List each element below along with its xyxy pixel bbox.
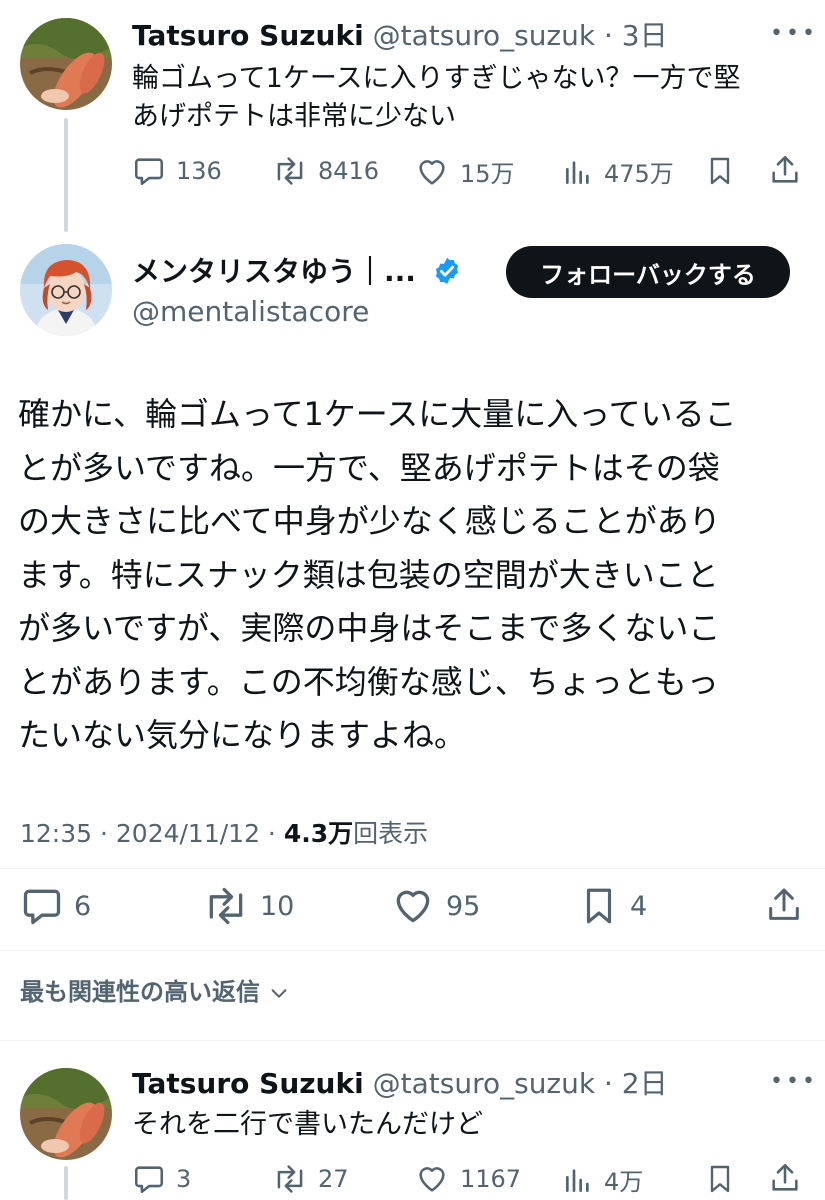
share-icon: [772, 155, 798, 183]
prev-share-button[interactable]: [768, 152, 802, 188]
share-icon: [769, 888, 799, 920]
reply-tweet-handle[interactable]: @tatsuro_suzuk: [373, 1067, 595, 1100]
sort-replies-label: 最も関連性の高い返信: [20, 978, 260, 1006]
bookmark-icon: [710, 1165, 730, 1193]
bookmark-icon: [586, 888, 612, 924]
main-tweet-avatar[interactable]: [20, 244, 112, 336]
main-tweet-author-name[interactable]: メンタリスタゆう｜...: [132, 254, 416, 290]
reply-tweet-header: Tatsuro Suzuki @tatsuro_suzuk · 2日: [132, 1066, 668, 1102]
reply-like-button[interactable]: 1167: [414, 1162, 521, 1196]
main-tweet-text-line: の大きさに比べて中身が少なく感じることがあり: [18, 502, 721, 540]
main-like-count: 95: [446, 890, 481, 922]
follow-back-button[interactable]: フォローバックする: [506, 246, 790, 298]
main-repost-button[interactable]: 10: [202, 884, 294, 928]
main-tweet-text-line: とが多いですね。一方で、堅あげポテトはその袋: [18, 448, 720, 487]
prev-tweet-header: Tatsuro Suzuki @tatsuro_suzuk · 3日: [132, 18, 668, 54]
main-tweet-views-label: 回表示: [353, 819, 429, 848]
prev-repost-count: 8416: [318, 157, 380, 185]
reply-reply-count: 3: [176, 1165, 192, 1193]
main-tweet-meta: 12:35 · 2024/11/12 · 4.3万回表示: [20, 816, 428, 852]
main-tweet-views-count: 4.3万: [283, 819, 354, 848]
reply-tweet-text: それを二行で書いたんだけど: [132, 1109, 483, 1140]
reply-tweet-more-icon[interactable]: •••: [770, 1071, 818, 1093]
main-tweet-text-line: ます。特にスナック類は包装の空間が大きいこと: [18, 555, 719, 594]
views-icon: [566, 160, 589, 184]
prev-tweet-handle[interactable]: @tatsuro_suzuk: [373, 19, 595, 52]
reply-share-button[interactable]: [768, 1160, 802, 1196]
prev-tweet-time[interactable]: · 3日: [604, 19, 668, 52]
verified-badge-icon: [432, 256, 462, 290]
thread-connector: [64, 118, 68, 232]
prev-tweet-more-icon[interactable]: •••: [770, 23, 818, 45]
main-reply-count: 6: [74, 890, 92, 922]
prev-tweet-text-line: あげポテトは非常に少ない: [132, 101, 456, 132]
main-tweet-text: 確かに、輪ゴムって1ケースに大量に入っているこ とが多いですね。一方で、堅あげポ…: [18, 388, 818, 763]
thread-connector: [64, 1166, 68, 1200]
prev-views-button[interactable]: 475万: [562, 154, 674, 189]
divider: [0, 1040, 825, 1041]
reply-tweet-author-name[interactable]: Tatsuro Suzuki: [132, 1067, 364, 1100]
divider: [0, 950, 825, 951]
prev-tweet-avatar[interactable]: [20, 18, 112, 110]
main-like-button[interactable]: 95: [390, 884, 480, 928]
reply-views-button[interactable]: 4万: [562, 1162, 643, 1197]
repost-icon: [277, 1165, 303, 1193]
reply-icon: [134, 1166, 164, 1194]
repost-icon: [209, 887, 243, 925]
reply-like-count: 1167: [460, 1165, 522, 1193]
prev-reply-count: 136: [176, 157, 222, 185]
views-icon: [566, 1168, 589, 1192]
main-bookmark-count: 4: [630, 890, 648, 922]
reply-repost-button[interactable]: 27: [272, 1162, 349, 1196]
prev-tweet-text: 輪ゴムって1ケースに入りすぎじゃない？一方で堅 あげポテトは非常に少ない: [132, 60, 812, 136]
main-tweet-handle[interactable]: @mentalistacore: [132, 294, 369, 330]
main-reply-button[interactable]: 6: [20, 884, 91, 928]
reply-icon: [134, 158, 164, 186]
prev-tweet-text-line: 輪ゴムって1ケースに入りすぎじゃない？一方で堅: [132, 63, 741, 94]
reply-tweet-avatar[interactable]: [20, 1068, 112, 1160]
repost-icon: [277, 157, 303, 185]
main-tweet-text-line: たいない気分になりますよね。: [18, 716, 467, 754]
reply-views-count: 4万: [604, 1168, 644, 1196]
prev-like-button[interactable]: 15万: [414, 154, 515, 189]
prev-bookmark-button[interactable]: [704, 154, 736, 188]
chevron-down-icon: [271, 989, 287, 998]
reply-repost-count: 27: [318, 1165, 349, 1193]
heart-icon: [396, 890, 430, 923]
heart-icon: [419, 159, 445, 185]
main-tweet-text-line: が多いですが、実際の中身はそこまで多くないこ: [18, 609, 721, 647]
heart-icon: [419, 1167, 445, 1192]
prev-reply-button[interactable]: 136: [132, 154, 222, 188]
prev-tweet-author-name[interactable]: Tatsuro Suzuki: [132, 19, 364, 52]
prev-views-count: 475万: [604, 160, 674, 188]
prev-repost-button[interactable]: 8416: [272, 154, 379, 188]
main-tweet-text-line: とがあります。この不均衡な感じ、ちょっともっ: [18, 662, 719, 701]
reply-tweet-time[interactable]: · 2日: [604, 1067, 668, 1100]
sort-replies-dropdown[interactable]: 最も関連性の高い返信: [20, 974, 290, 1010]
main-share-button[interactable]: [764, 882, 804, 928]
main-bookmark-button[interactable]: 4: [578, 884, 647, 928]
bookmark-icon: [710, 157, 730, 185]
main-tweet-timestamp[interactable]: 12:35 · 2024/11/12 ·: [20, 819, 284, 848]
reply-icon: [23, 889, 61, 925]
main-tweet-text-line: 確かに、輪ゴムって1ケースに大量に入っているこ: [18, 395, 737, 433]
main-repost-count: 10: [260, 890, 295, 922]
prev-like-count: 15万: [460, 160, 515, 188]
reply-bookmark-button[interactable]: [704, 1162, 736, 1196]
divider: [0, 868, 825, 869]
reply-reply-button[interactable]: 3: [132, 1162, 191, 1196]
share-icon: [772, 1163, 798, 1191]
